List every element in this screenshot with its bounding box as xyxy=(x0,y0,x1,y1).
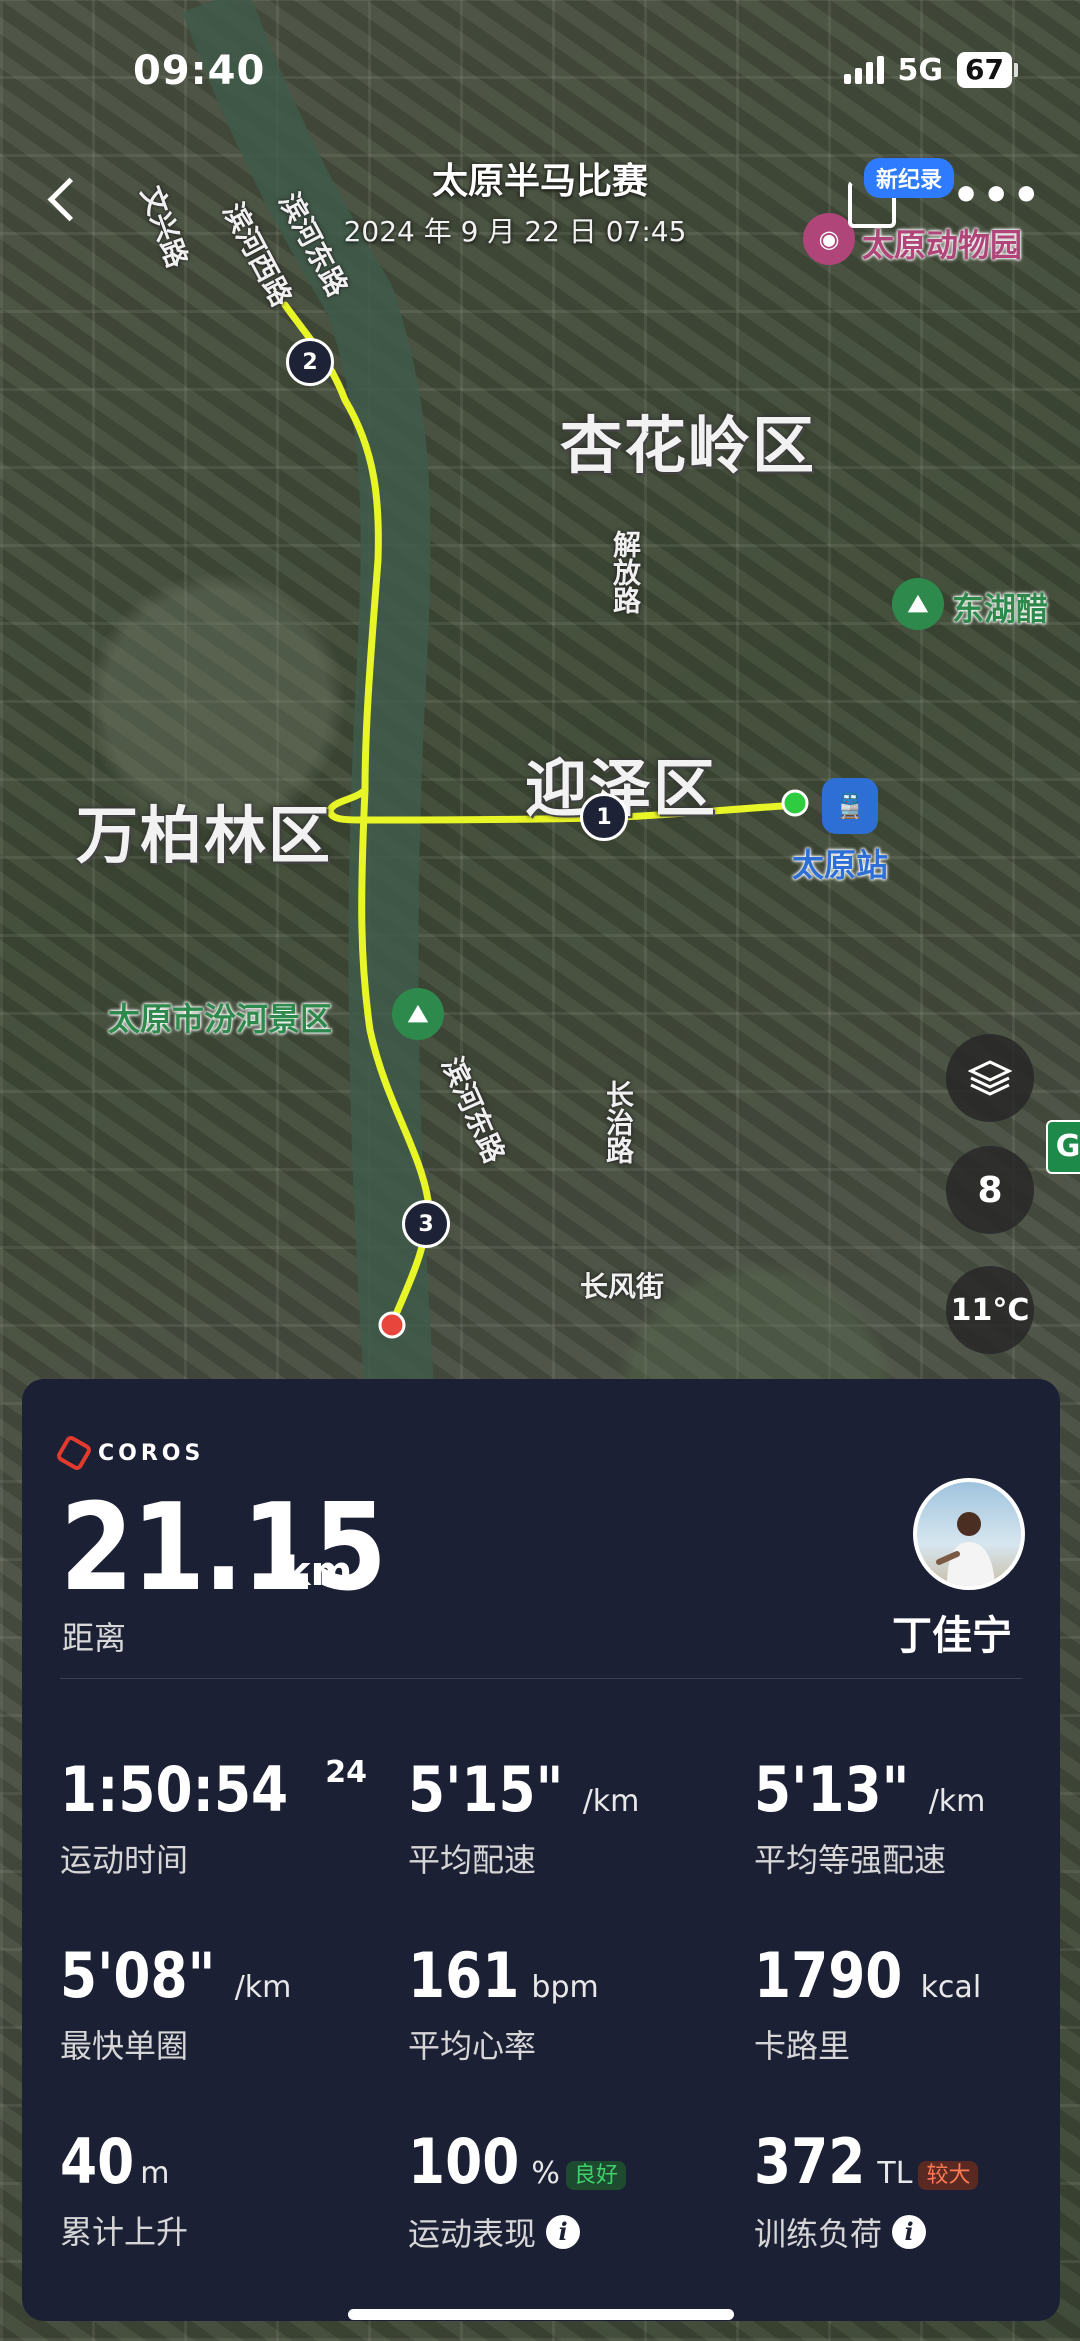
stat-label: 平均心率 xyxy=(408,2027,537,2065)
stat-value: 161 xyxy=(408,1939,520,2012)
district-label: 万柏林区 xyxy=(76,799,333,872)
brand-name: COROS xyxy=(98,1440,205,1466)
stat-value: 1:50:54 xyxy=(60,1753,289,1826)
stat-avg-pace: 5'15"/km 平均配速 xyxy=(408,1759,639,1881)
stat-moving-time: 1:50:54 24 运动时间 xyxy=(60,1753,367,1881)
info-icon[interactable]: i xyxy=(546,2214,581,2249)
layers-icon xyxy=(968,1060,1012,1096)
stat-unit: bpm xyxy=(531,1970,599,2005)
network-label: 5G xyxy=(897,52,944,88)
home-indicator[interactable] xyxy=(348,2309,734,2320)
start-point xyxy=(781,789,809,817)
user-name: 丁佳宁 xyxy=(892,1613,1012,1659)
stat-value: 100 xyxy=(408,2125,520,2198)
signal-icon xyxy=(843,56,884,84)
activity-summary-card: COROS 21.15 km 距离 丁佳宁 1:50:54 24 运动时间 5'1… xyxy=(22,1379,1060,2321)
status-icons: 5G 67 xyxy=(843,52,1018,88)
stat-label: 运动时间 xyxy=(60,1841,189,1879)
district-label: 杏花岭区 xyxy=(560,409,817,482)
stat-value: 372 xyxy=(754,2125,866,2198)
highway-sign-icon: G xyxy=(1046,1120,1080,1174)
compass-button[interactable]: 8 xyxy=(946,1146,1034,1234)
stat-value: 5'08" xyxy=(60,1939,216,2012)
road-label: 长治路 xyxy=(602,1080,635,1164)
brand-logo: COROS xyxy=(54,1433,205,1473)
compass-value: 8 xyxy=(977,1169,1003,1211)
stat-calories: 1790 kcal 卡路里 xyxy=(754,1945,981,2067)
stat-value: 5'15" xyxy=(408,1753,564,1826)
new-record-badge: 新纪录 xyxy=(864,158,955,198)
stat-label: 训练负荷 xyxy=(754,2214,883,2253)
park-icon[interactable]: ⛰ xyxy=(892,578,944,630)
lap-marker[interactable]: 1 xyxy=(580,793,628,841)
stat-training-load: 372 TL 较大 训练负荷 i xyxy=(754,2125,979,2255)
performance-badge: 良好 xyxy=(565,2160,626,2190)
stat-performance: 100% 良好 运动表现 i xyxy=(408,2131,626,2255)
coros-hex-icon xyxy=(54,1433,94,1473)
avatar[interactable] xyxy=(913,1478,1025,1590)
divider xyxy=(60,1678,1022,1679)
stat-unit: kcal xyxy=(920,1970,982,2005)
stat-grade-pace: 5'13"/km 平均等强配速 xyxy=(754,1759,985,1881)
lap-marker[interactable]: 3 xyxy=(402,1200,450,1248)
stat-label: 累计上升 xyxy=(60,2213,189,2251)
distance-unit: km xyxy=(284,1549,353,1595)
stat-avg-heart-rate: 161 bpm 平均心率 xyxy=(408,1945,599,2067)
weather-badge[interactable]: 11°C xyxy=(946,1266,1034,1354)
train-station-icon[interactable]: 🚆 xyxy=(822,778,878,834)
stat-unit: /km xyxy=(582,1784,640,1819)
training-load-badge: 较大 xyxy=(918,2160,979,2190)
stat-unit: /km xyxy=(234,1970,292,2005)
stat-value: 40 xyxy=(60,2125,135,2198)
stat-unit: % xyxy=(531,2156,560,2191)
status-time: 09:40 xyxy=(133,48,266,94)
road-label: 长风街 xyxy=(580,1270,665,1303)
info-icon[interactable]: i xyxy=(892,2214,927,2249)
stat-unit: m xyxy=(140,2156,170,2191)
lap-marker[interactable]: 2 xyxy=(286,338,334,386)
poi-label[interactable]: 太原站 xyxy=(792,840,888,886)
stat-label: 卡路里 xyxy=(754,2027,851,2065)
layers-button[interactable] xyxy=(946,1034,1034,1122)
poi-label[interactable]: 太原市汾河景区 xyxy=(108,994,332,1040)
stat-label: 运动表现 xyxy=(408,2214,537,2253)
poi-label[interactable]: 东湖醋 xyxy=(952,584,1048,630)
stat-label: 平均等强配速 xyxy=(754,1841,947,1879)
end-point xyxy=(378,1311,406,1339)
stat-label: 平均配速 xyxy=(408,1841,537,1879)
stat-unit: TL xyxy=(877,2156,913,2191)
stat-value: 1790 xyxy=(754,1939,903,2012)
stat-sup: 24 xyxy=(325,1755,368,1790)
more-button[interactable]: ••• xyxy=(952,174,1042,218)
stat-label-row: 训练负荷 i xyxy=(754,2209,978,2255)
stat-label-row: 运动表现 i xyxy=(408,2209,626,2255)
person-icon xyxy=(936,1512,995,1586)
stat-label: 最快单圈 xyxy=(60,2027,189,2065)
distance-label: 距离 xyxy=(62,1619,127,1657)
scenic-icon[interactable]: ⛰ xyxy=(392,988,444,1040)
stat-value: 5'13" xyxy=(754,1753,910,1826)
stat-elevation-gain: 40 m 累计上升 xyxy=(60,2131,188,2253)
stat-unit: /km xyxy=(928,1784,986,1819)
battery-icon: 67 xyxy=(957,52,1018,88)
stat-fastest-lap: 5'08"/km 最快单圈 xyxy=(60,1945,291,2067)
temperature-value: 11°C xyxy=(950,1292,1030,1328)
road-label: 解放路 xyxy=(609,530,642,614)
